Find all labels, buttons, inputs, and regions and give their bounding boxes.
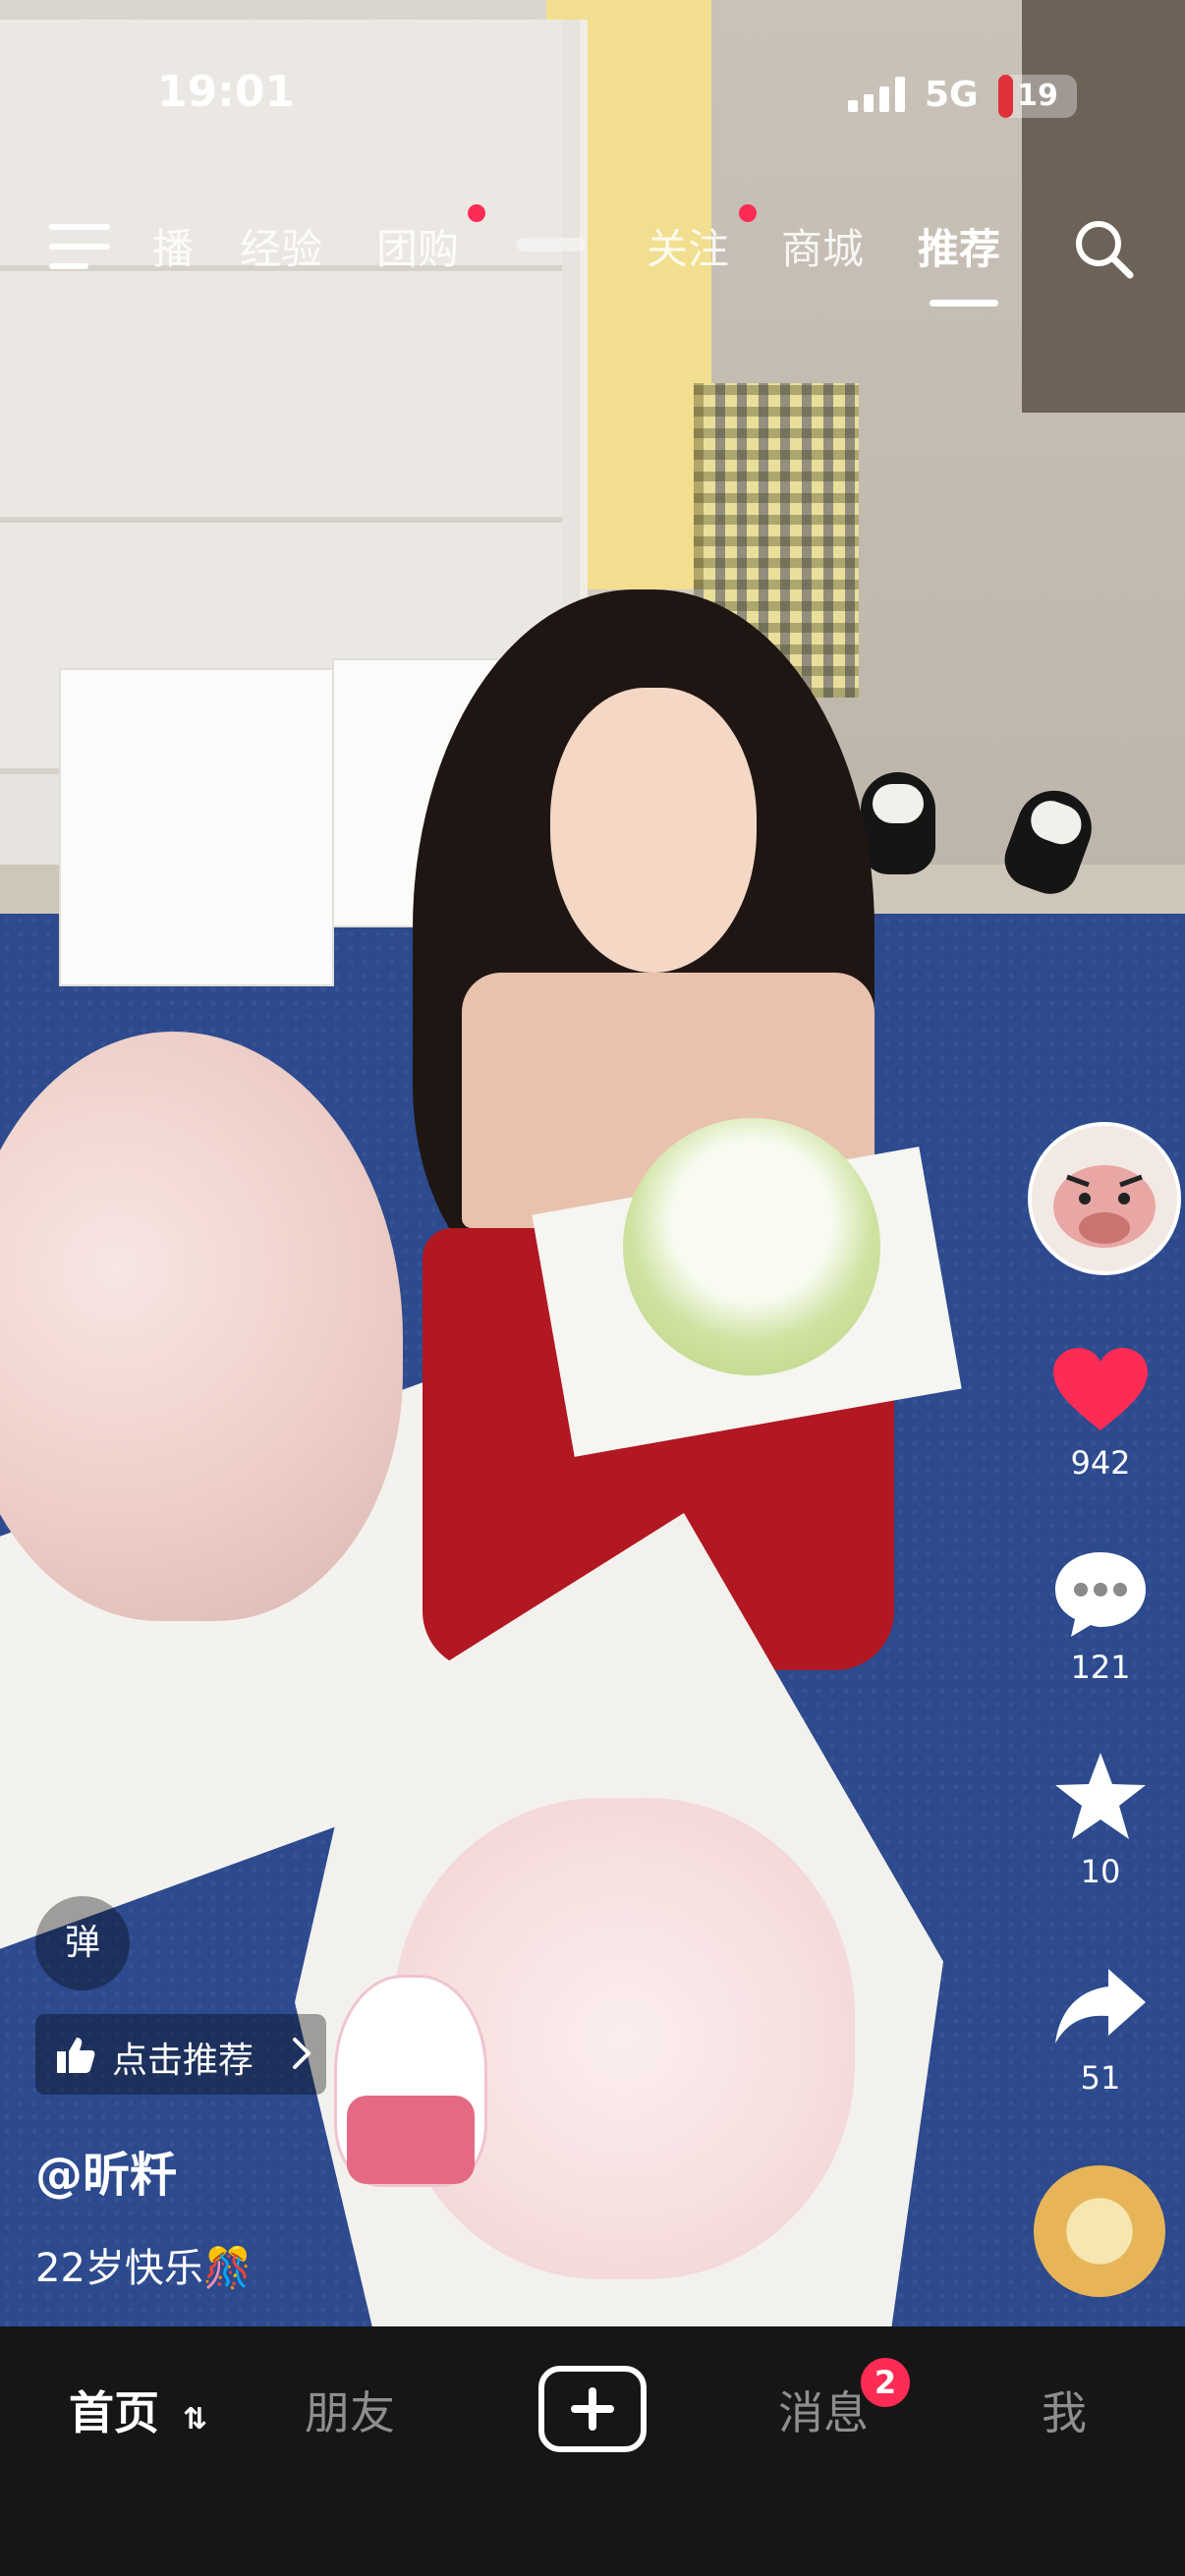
plus-icon	[571, 2387, 614, 2431]
scene-shopping-bag	[59, 668, 334, 986]
scene-slipper	[861, 772, 935, 874]
tab-experience[interactable]: 经验	[240, 216, 322, 276]
nav-me[interactable]: 我	[1042, 2378, 1087, 2442]
scene-person-face	[550, 688, 757, 973]
avatar-image	[1032, 1126, 1177, 1271]
favorite-button[interactable]: 10	[1042, 1749, 1159, 1890]
create-button[interactable]	[538, 2366, 647, 2452]
music-disc-icon[interactable]	[1034, 2165, 1165, 2297]
messages-badge: 2	[861, 2358, 910, 2407]
author-avatar[interactable]	[1028, 1122, 1181, 1275]
like-count: 942	[1070, 1444, 1131, 1482]
tab-following-dot	[739, 204, 757, 222]
tab-group-buy[interactable]: 团购	[376, 216, 459, 276]
comment-icon	[1055, 1552, 1146, 1637]
nav-home-label: 首页	[69, 2386, 159, 2439]
menu-icon[interactable]	[49, 224, 110, 269]
switch-arrows-icon: ⇅	[183, 2402, 208, 2436]
recommend-button[interactable]: 点击推荐	[35, 2014, 326, 2095]
tab-broadcast[interactable]: 播	[152, 216, 194, 276]
nav-messages[interactable]: 消息	[778, 2378, 869, 2442]
thumbs-up-icon	[57, 2038, 95, 2073]
danmu-toggle-button[interactable]: 弹	[35, 1896, 130, 1990]
tab-recommend[interactable]: 推荐	[918, 216, 1000, 276]
search-icon[interactable]	[1071, 216, 1136, 281]
status-time: 19:01	[157, 67, 296, 117]
author-name[interactable]: @昕粁	[35, 2136, 177, 2205]
comment-button[interactable]: 121	[1042, 1548, 1159, 1686]
tab-mall[interactable]: 商城	[781, 216, 864, 276]
screen: 19:01 5G 19 播 经验 团购 关注 商城 推荐 942 121 10 …	[0, 0, 1185, 2576]
scene-drawer	[0, 271, 562, 523]
tab-group-buy-dot	[468, 204, 485, 222]
favorite-count: 10	[1080, 1853, 1121, 1890]
video-caption: 22岁快乐🎊	[35, 2246, 253, 2291]
heart-icon	[1053, 1348, 1148, 1430]
comment-count: 121	[1070, 1649, 1131, 1686]
nav-home[interactable]: 首页 ⇅	[69, 2378, 207, 2442]
battery-icon: 19	[998, 75, 1077, 118]
scene-cake	[623, 1118, 880, 1375]
nav-friends[interactable]: 朋友	[305, 2378, 395, 2442]
chevron-right-icon	[293, 2038, 311, 2069]
bottom-nav: 首页 ⇅ 朋友 消息 2 我	[0, 2326, 1185, 2576]
star-icon	[1055, 1753, 1146, 1839]
battery-level: 19	[1017, 79, 1058, 113]
share-count: 51	[1080, 2059, 1121, 2097]
like-button[interactable]: 942	[1042, 1346, 1159, 1482]
tab-following[interactable]: 关注	[647, 216, 729, 276]
scene-door	[1022, 0, 1185, 413]
signal-icon	[848, 77, 907, 112]
tab-active-underline	[930, 300, 998, 307]
scene-hello-kitty	[334, 1975, 487, 2187]
tab-loading-placeholder[interactable]	[517, 238, 586, 252]
recommend-label: 点击推荐	[112, 2041, 254, 2081]
video-player[interactable]	[0, 0, 1185, 2326]
network-label: 5G	[925, 75, 979, 115]
share-icon	[1055, 1969, 1146, 2044]
share-button[interactable]: 51	[1042, 1965, 1159, 2097]
